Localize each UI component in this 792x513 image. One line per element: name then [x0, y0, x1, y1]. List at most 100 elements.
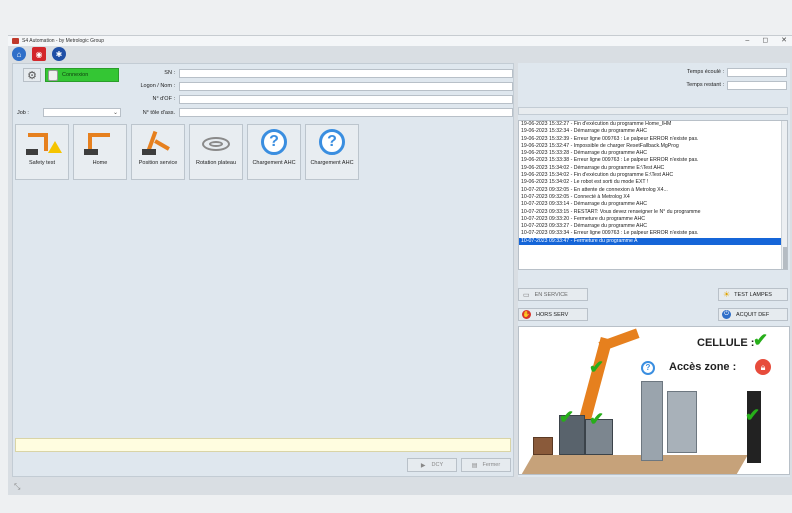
unknown-state-icon: ?: [641, 361, 655, 375]
log-line[interactable]: 19-06-2023 15:33:28 - Démarrage du progr…: [519, 150, 787, 157]
cell-status-panel: CELLULE : ✔ Accès zone : 🔒︎ ✔ ? ✔ ✔ ✔: [518, 326, 790, 475]
connection-button[interactable]: Connexion: [45, 68, 119, 82]
chargement-ahc-button-1[interactable]: ? Chargement AHC: [247, 124, 301, 180]
log-line[interactable]: 19-06-2023 15:32:39 - Erreur ligne 00976…: [519, 136, 787, 143]
job-select[interactable]: ⌄: [43, 108, 121, 117]
job-label: Job :: [17, 110, 29, 116]
assembly-label: N° tôle d'ass.: [142, 110, 175, 116]
log-line[interactable]: 19-06-2023 15:34:02 - Démarrage du progr…: [519, 165, 787, 172]
en-service-label: EN SERVICE: [534, 291, 568, 298]
home-icon[interactable]: ⌂: [12, 47, 26, 61]
robot-check-icon: ✔: [589, 357, 605, 377]
cell-label: CELLULE :: [697, 337, 755, 349]
of-field[interactable]: [179, 95, 513, 104]
en-service-button[interactable]: ▭ EN SERVICE: [518, 288, 588, 301]
sn-label: SN :: [164, 70, 175, 76]
elapsed-time-label: Temps écoulé :: [687, 69, 724, 75]
close-label: Fermer: [482, 462, 501, 468]
log-line[interactable]: 10-07-2023 09:32:05 - Connecté à Metrolo…: [519, 194, 787, 201]
dcy-button[interactable]: ▶ DCY: [407, 458, 457, 472]
log-line[interactable]: 10-07-2023 09:33:20 - Fermeture du progr…: [519, 216, 787, 223]
sn-field[interactable]: [179, 69, 513, 78]
question-icon: ?: [254, 129, 294, 157]
message-bar: [15, 438, 511, 452]
acquit-def-label: ACQUIT DEF: [736, 311, 770, 318]
rotation-plateau-button[interactable]: Rotation plateau: [189, 124, 243, 180]
rotation-icon: [196, 129, 236, 157]
test-lamps-label: TEST LAMPES: [734, 291, 772, 298]
safety-test-button[interactable]: Safety test: [15, 124, 69, 180]
dcy-label: DCY: [431, 462, 444, 468]
tool-label-position-service: Position service: [138, 160, 178, 166]
log-line[interactable]: 10-07-2023 09:33:27 - Démarrage du progr…: [519, 223, 787, 230]
log-line[interactable]: 10-07-2023 09:33:14 - Démarrage du progr…: [519, 201, 787, 208]
cabinet: [667, 391, 697, 453]
hors-serv-label: HORS SERV: [536, 311, 569, 318]
tool-label-chargement-ahc-2: Chargement AHC: [310, 160, 354, 166]
window-controls: – ◻ ✕: [745, 36, 787, 46]
connection-label: Connexion: [62, 72, 89, 78]
app-window: S4 Automation - by Metrologic Group – ◻ …: [8, 35, 792, 495]
title-bar: S4 Automation - by Metrologic Group – ◻ …: [8, 36, 792, 46]
list-icon: ▤: [471, 462, 478, 469]
progress-bar: [518, 107, 788, 115]
test-lamps-button[interactable]: ☀ TEST LAMPES: [718, 288, 788, 301]
maximize-button[interactable]: ◻: [762, 36, 768, 46]
home-button[interactable]: Home: [73, 124, 127, 180]
station-left-check-icon: ✔: [559, 407, 575, 427]
remaining-time-label: Temps restant :: [686, 82, 724, 88]
close-button[interactable]: ▤ Fermer: [461, 458, 511, 472]
chargement-ahc-button-2[interactable]: ? Chargement AHC: [305, 124, 359, 180]
scroll-thumb[interactable]: [783, 247, 787, 269]
robot-arm: [598, 328, 640, 352]
logon-field[interactable]: [179, 82, 513, 91]
database-icon: [48, 69, 58, 81]
log-line[interactable]: 19-06-2023 15:32:27 - Fin d'exécution du…: [519, 121, 787, 128]
elapsed-time-field: [727, 68, 787, 77]
log-line[interactable]: 10-07-2023 09:33:34 - Erreur ligne 00976…: [519, 230, 787, 237]
of-label: N° d'OF :: [152, 96, 175, 102]
robot-home-icon: [80, 129, 120, 157]
table-station: [533, 437, 553, 455]
log-line[interactable]: 10-07-2023 09:33:15 - RESTART: Vous deve…: [519, 209, 787, 216]
log-line[interactable]: 19-06-2023 15:33:38 - Erreur ligne 00976…: [519, 157, 787, 164]
robot-warning-icon: [22, 129, 62, 157]
quick-toolbar: ⌂ ◉ ✱: [12, 47, 66, 61]
minimize-button[interactable]: –: [745, 36, 749, 46]
log-line[interactable]: 19-06-2023 15:34:02 - Le robot est sorti…: [519, 179, 787, 186]
tool-label-rotation-plateau: Rotation plateau: [195, 160, 237, 166]
tool-label-chargement-ahc-1: Chargement AHC: [252, 160, 296, 166]
tool-label-home: Home: [92, 160, 108, 166]
app-logo-icon: [12, 38, 19, 44]
stop-icon: ✋: [522, 310, 531, 319]
cell-ok-check-icon: ✔: [753, 330, 769, 350]
cell-floor: [521, 455, 748, 474]
gear-icon[interactable]: ⚙: [23, 68, 41, 82]
event-log[interactable]: 19-06-2023 15:32:27 - Fin d'exécution du…: [518, 120, 788, 270]
log-scrollbar[interactable]: [781, 121, 787, 269]
power-icon: ⏻: [722, 310, 731, 319]
tool-label-safety-test: Safety test: [29, 160, 55, 166]
assembly-field[interactable]: [179, 108, 513, 117]
main-pane: ⚙ Connexion SN : Logon / Nom : N° d'OF :…: [12, 63, 514, 477]
lock-icon: 🔒︎: [755, 359, 771, 375]
close-window-button[interactable]: ✕: [781, 36, 787, 46]
question-icon: ?: [312, 129, 352, 157]
robot-service-icon: [138, 129, 178, 157]
resize-grip-icon[interactable]: ⤡: [14, 482, 20, 492]
acquit-def-button[interactable]: ⏻ ACQUIT DEF: [718, 308, 788, 321]
hors-serv-button[interactable]: ✋ HORS SERV: [518, 308, 588, 321]
log-line[interactable]: 10-07-2023 09:32:05 - En attente de conn…: [519, 187, 787, 194]
measuring-machine: [641, 381, 663, 461]
settings-icon[interactable]: ✱: [52, 47, 66, 61]
position-service-button[interactable]: Position service: [131, 124, 185, 180]
log-lines: 19-06-2023 15:32:27 - Fin d'exécution du…: [519, 121, 787, 246]
station-middle-check-icon: ✔: [589, 409, 605, 429]
fence-post: [747, 391, 761, 463]
log-line[interactable]: 10-07-2023 09:33:47 - Fermeture du progr…: [519, 237, 787, 246]
alarm-icon[interactable]: ◉: [32, 47, 46, 61]
log-line[interactable]: 19-06-2023 15:32:47 - Impossible de char…: [519, 143, 787, 150]
log-line[interactable]: 19-06-2023 15:34:02 - Fin d'exécution du…: [519, 172, 787, 179]
log-line[interactable]: 19-06-2023 15:32:34 - Démarrage du progr…: [519, 128, 787, 135]
monitor-icon: ▭: [523, 291, 530, 299]
